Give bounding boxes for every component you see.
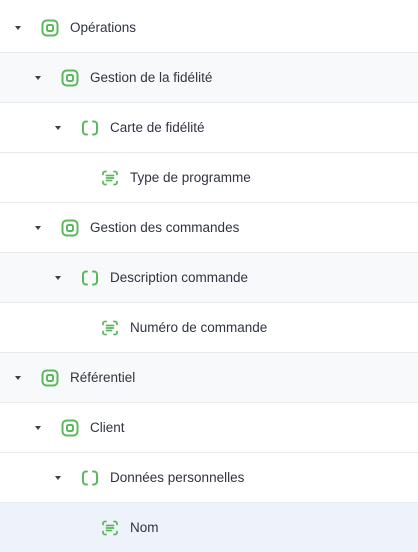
- domain-icon: [61, 419, 79, 437]
- tree-row-numero-commande[interactable]: Numéro de commande: [0, 303, 418, 353]
- tree-row-label: Client: [90, 419, 125, 435]
- chevron-down-icon[interactable]: [32, 222, 44, 234]
- domain-icon: [61, 219, 79, 237]
- tree-row-operations[interactable]: Opérations: [0, 3, 418, 53]
- object-icon: [81, 269, 99, 287]
- domain-icon: [61, 69, 79, 87]
- tree-row-label: Type de programme: [130, 169, 251, 185]
- attribute-icon: [101, 319, 119, 337]
- tree-row-description-commande[interactable]: Description commande: [0, 253, 418, 303]
- tree-row-label: Opérations: [70, 19, 137, 35]
- tree-row-label: Gestion des commandes: [90, 219, 240, 235]
- tree-row-label: Données personnelles: [110, 469, 245, 485]
- chevron-down-icon[interactable]: [52, 472, 64, 484]
- domain-icon: [41, 19, 59, 37]
- chevron-down-icon[interactable]: [12, 22, 24, 34]
- tree-row-carte-fidelite[interactable]: Carte de fidélité: [0, 103, 418, 153]
- tree-row-client[interactable]: Client: [0, 403, 418, 453]
- tree-row-type-programme[interactable]: Type de programme: [0, 153, 418, 203]
- tree-row-label: Description commande: [110, 269, 249, 285]
- tree-row-label: Gestion de la fidélité: [90, 69, 213, 85]
- tree-row-gestion-commandes[interactable]: Gestion des commandes: [0, 203, 418, 253]
- tree-row-referentiel[interactable]: Référentiel: [0, 353, 418, 403]
- tree-row-label: Carte de fidélité: [110, 119, 205, 135]
- tree-row-gestion-fidelite[interactable]: Gestion de la fidélité: [0, 53, 418, 103]
- tree-view: Opérations Gestion de la fidélité Carte …: [0, 0, 418, 552]
- attribute-icon: [101, 169, 119, 187]
- chevron-down-icon[interactable]: [52, 122, 64, 134]
- chevron-down-icon[interactable]: [52, 272, 64, 284]
- attribute-icon: [101, 519, 119, 537]
- chevron-down-icon[interactable]: [32, 422, 44, 434]
- tree-row-label: Référentiel: [70, 369, 136, 385]
- tree-row-donnees-personnelles[interactable]: Données personnelles: [0, 453, 418, 503]
- object-icon: [81, 469, 99, 487]
- chevron-down-icon[interactable]: [32, 72, 44, 84]
- tree-row-label: Nom: [130, 519, 159, 535]
- chevron-down-icon[interactable]: [12, 372, 24, 384]
- object-icon: [81, 119, 99, 137]
- tree-row-nom[interactable]: Nom: [0, 503, 418, 552]
- tree-row-label: Numéro de commande: [130, 319, 268, 335]
- domain-icon: [41, 369, 59, 387]
